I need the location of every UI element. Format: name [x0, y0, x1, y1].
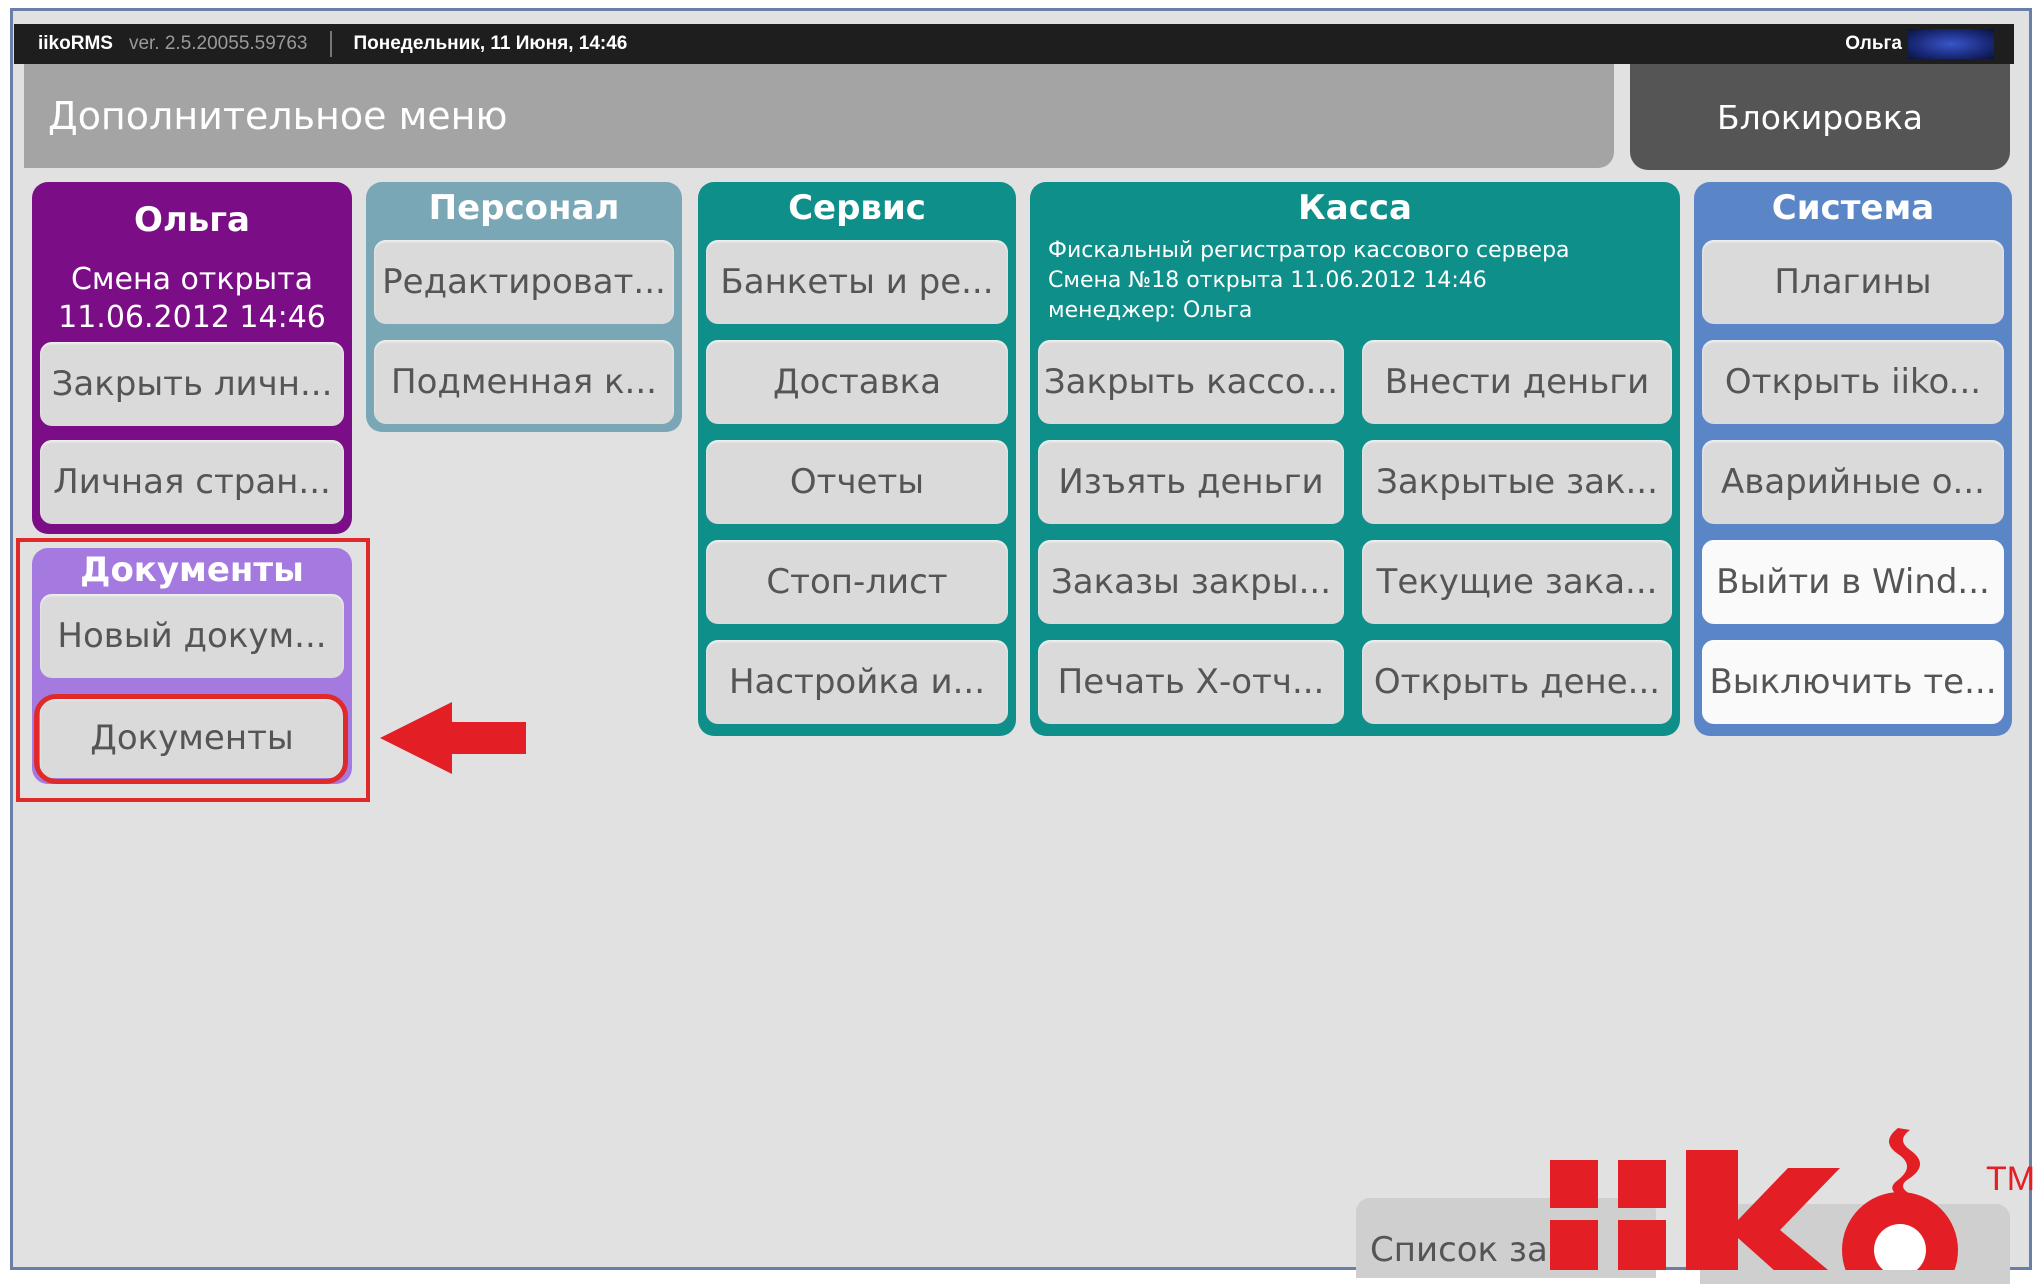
open-cash-drawer-button[interactable]: Открыть дене... — [1362, 640, 1672, 724]
divider — [329, 31, 332, 57]
service-panel-title: Сервис — [788, 188, 926, 228]
lock-button[interactable]: Блокировка — [1630, 64, 2010, 170]
reports-button[interactable]: Отчеты — [706, 440, 1008, 524]
page-title: Дополнительное меню — [24, 64, 1614, 168]
highlight-ring — [34, 694, 348, 784]
user-avatar — [1908, 29, 1994, 59]
cash-register-panel: Касса Фискальный регистратор кассового с… — [1030, 182, 1680, 736]
user-panel-title: Ольга — [133, 200, 250, 240]
closed-shift-orders-button[interactable]: Заказы закры... — [1038, 540, 1344, 624]
staff-panel-title: Персонал — [428, 188, 620, 228]
iiko-logo: TM — [1540, 1120, 2037, 1284]
stop-list-button[interactable]: Стоп-лист — [706, 540, 1008, 624]
app-version: ver. 2.5.20055.59763 — [128, 33, 308, 54]
manager-info: менеджер: Ольга — [1048, 298, 1253, 323]
cash-register-panel-title: Касса — [1298, 188, 1412, 228]
service-panel: Сервис Банкеты и ре... Доставка Отчеты С… — [698, 182, 1016, 736]
edit-staff-button[interactable]: Редактироват... — [374, 240, 674, 324]
fiscal-register-info: Фискальный регистратор кассового сервера — [1048, 238, 1570, 263]
trademark-label: TM — [1986, 1160, 2035, 1198]
close-cash-shift-button[interactable]: Закрыть кассо... — [1038, 340, 1344, 424]
system-panel-title: Система — [1771, 188, 1935, 228]
current-user: Ольга — [1845, 33, 1902, 54]
shift-status: Смена открыта — [70, 262, 314, 297]
shift-info: Смена №18 открыта 11.06.2012 14:46 — [1048, 268, 1487, 293]
staff-panel: Персонал Редактироват... Подменная к... — [366, 182, 682, 432]
open-iiko-office-button[interactable]: Открыть iiko... — [1702, 340, 2004, 424]
personal-page-button[interactable]: Личная стран... — [40, 440, 344, 524]
plugins-button[interactable]: Плагины — [1702, 240, 2004, 324]
shift-time: 11.06.2012 14:46 — [58, 300, 326, 335]
deposit-money-button[interactable]: Внести деньги — [1362, 340, 1672, 424]
delivery-button[interactable]: Доставка — [706, 340, 1008, 424]
current-datetime: Понедельник, 11 Июня, 14:46 — [353, 33, 628, 54]
app-name: iikoRMS — [38, 33, 113, 54]
emergency-operations-button[interactable]: Аварийные о... — [1702, 440, 2004, 524]
pointer-arrow-icon — [380, 700, 530, 780]
closed-orders-button[interactable]: Закрытые зак... — [1362, 440, 1672, 524]
close-personal-shift-button[interactable]: Закрыть личн... — [40, 342, 344, 426]
withdraw-money-button[interactable]: Изъять деньги — [1038, 440, 1344, 524]
settings-button[interactable]: Настройка и... — [706, 640, 1008, 724]
status-bar: iikoRMS ver. 2.5.20055.59763 Понедельник… — [14, 24, 2014, 64]
print-x-report-button[interactable]: Печать Х-отч... — [1038, 640, 1344, 724]
substitute-card-button[interactable]: Подменная к... — [374, 340, 674, 424]
exit-to-windows-button[interactable]: Выйти в Wind... — [1702, 540, 2004, 624]
banquets-button[interactable]: Банкеты и ре... — [706, 240, 1008, 324]
system-panel: Система Плагины Открыть iiko... Аварийны… — [1694, 182, 2012, 736]
user-panel: Ольга Смена открыта 11.06.2012 14:46 Зак… — [32, 182, 352, 534]
shutdown-terminal-button[interactable]: Выключить те... — [1702, 640, 2004, 724]
current-orders-button[interactable]: Текущие зака... — [1362, 540, 1672, 624]
